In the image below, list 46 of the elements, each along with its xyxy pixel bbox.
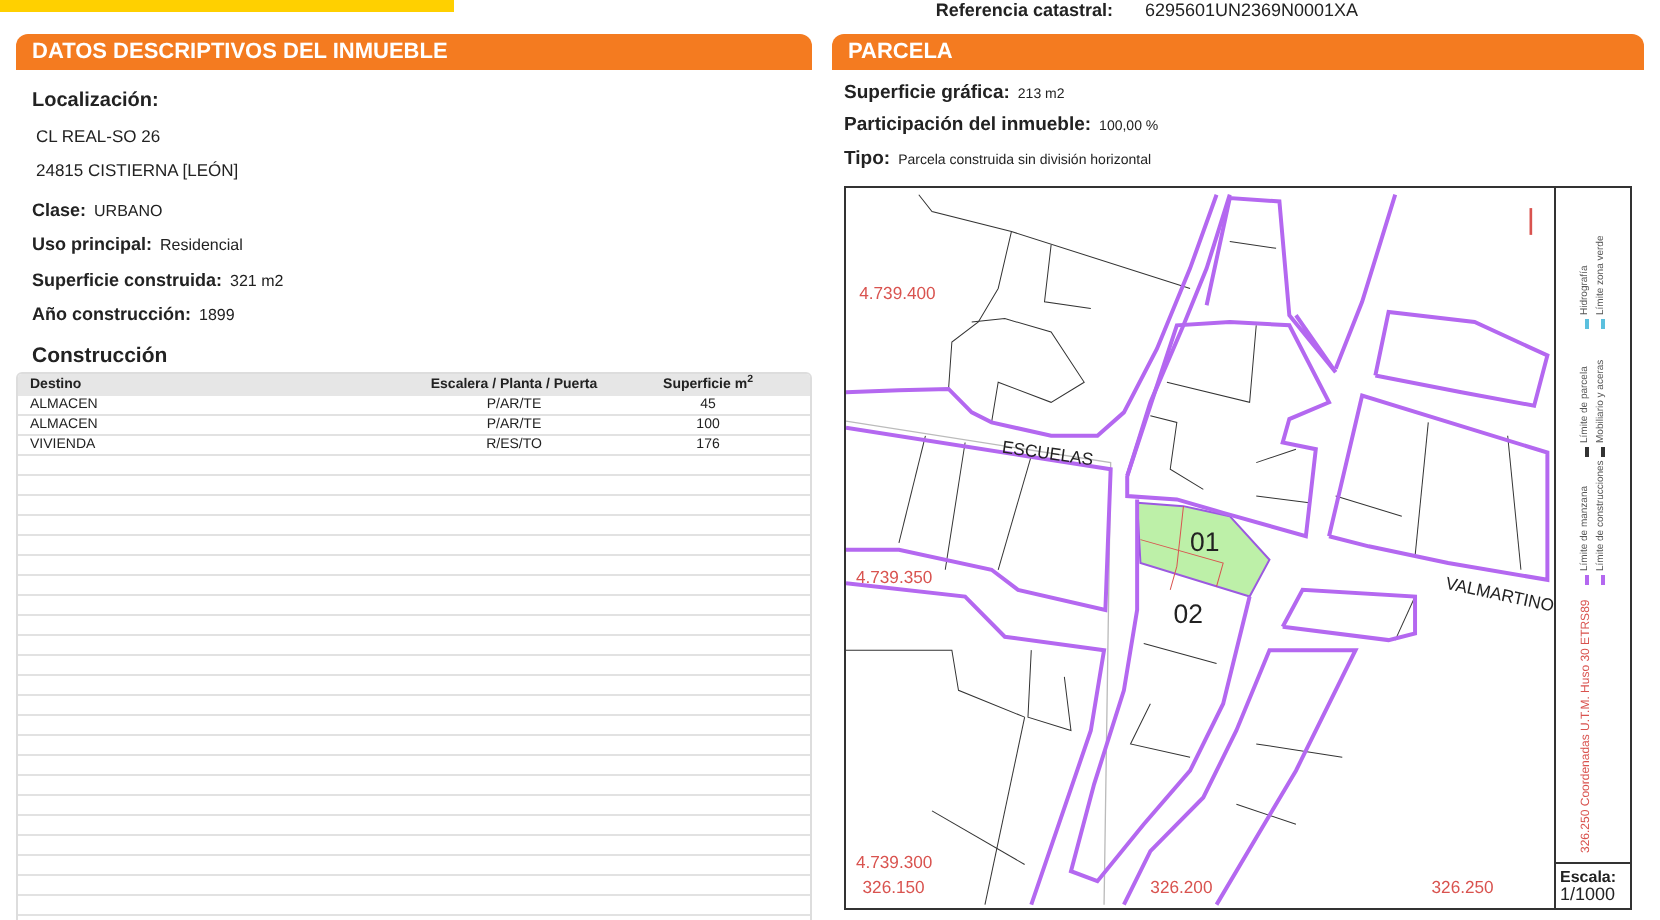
lot-line [898, 434, 926, 543]
lot-line [1166, 324, 1257, 403]
field-label: Clase: [32, 197, 87, 223]
field-label: Año construcción: [32, 302, 192, 328]
field-value: URBANO [94, 199, 163, 223]
field-label: Superficie gráfica: [844, 80, 1010, 108]
field-value: 321 m2 [230, 269, 284, 293]
reference-label: Referencia catastral: [935, 0, 1113, 20]
lot-line [1335, 495, 1403, 517]
lot-line [1235, 803, 1297, 825]
section-header: PARCELA [832, 34, 1644, 70]
lot-line [1255, 742, 1343, 758]
map-label: 4.739.350 [855, 566, 933, 587]
section-header: DATOS DESCRIPTIVOS DEL INMUEBLE [16, 34, 813, 70]
construction-title: Construcción [32, 341, 170, 371]
scale-label: Escala: [1560, 867, 1619, 886]
reference-value: 6295601UN2369N0001XA [1144, 0, 1359, 20]
map-label: ESCUELAS [1000, 436, 1095, 469]
lot-line [1414, 421, 1429, 557]
field-label: Superficie construida: [32, 267, 223, 294]
field-value: 1899 [199, 304, 235, 328]
lot-line [1507, 434, 1522, 570]
address-line: CL REAL-SO 26 [34, 124, 163, 150]
map-label: 326.250 [1431, 876, 1494, 897]
lot-line [1255, 495, 1310, 503]
map-label: 01 [1190, 526, 1220, 557]
lot-line [1143, 642, 1218, 664]
lot-line [1255, 448, 1297, 463]
map-label: 326.150 [862, 876, 925, 897]
field-label: Uso principal: [32, 232, 153, 258]
block-boundary [1279, 587, 1418, 642]
lot-line [1394, 595, 1416, 641]
location-label: Localización: [32, 88, 161, 116]
map-label: 4.739.300 [855, 851, 933, 872]
scale-value: 1/1000 [1560, 885, 1618, 904]
map-label: 4.739.400 [859, 281, 936, 303]
lot-line [1130, 702, 1191, 758]
map-label: 02 [1173, 598, 1203, 629]
lot-line [944, 441, 966, 570]
field-label: Participación del inmueble: [844, 112, 1092, 141]
lot-line [1149, 414, 1204, 490]
map-label: 326.200 [1150, 876, 1213, 897]
field-value: Residencial [160, 234, 243, 258]
field-label: Tipo: [844, 145, 891, 173]
address-line: 24815 CISTIERNA [LEÓN] [34, 157, 241, 183]
lot-line [1229, 240, 1277, 249]
